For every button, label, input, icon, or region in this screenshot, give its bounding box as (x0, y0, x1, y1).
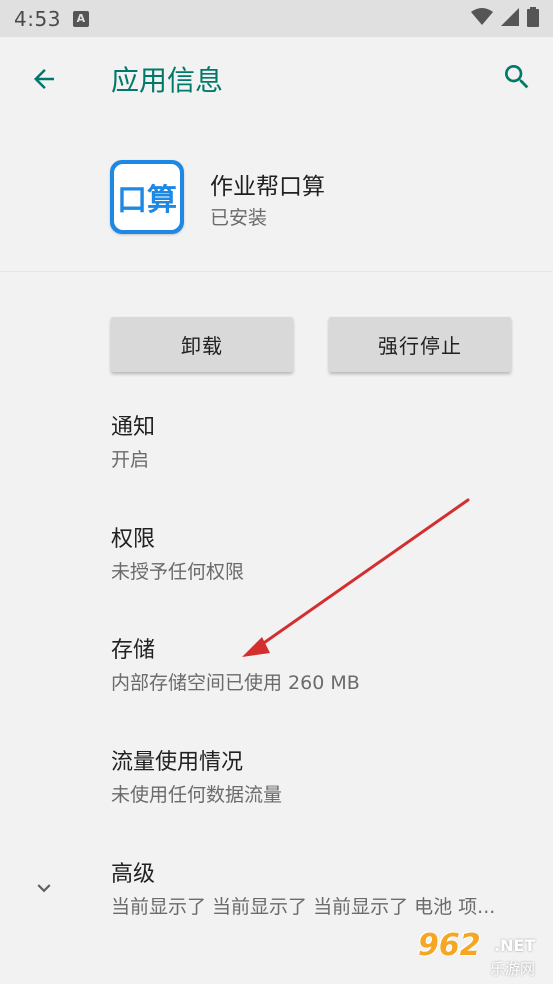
setting-title: 高级 (111, 862, 156, 887)
watermark-net: .NET (494, 936, 536, 955)
arrow-back-icon (29, 64, 59, 98)
setting-permissions[interactable]: 权限 未授予任何权限 (111, 525, 541, 586)
chevron-down-icon (31, 875, 57, 905)
status-icons (471, 6, 539, 31)
setting-summary: 未使用任何数据流量 (111, 784, 283, 806)
setting-storage[interactable]: 存储 内部存储空间已使用 260 MB (111, 636, 541, 697)
status-bar: 4:53 A (0, 0, 553, 37)
app-install-status: 已安装 (210, 207, 268, 229)
uninstall-button[interactable]: 卸载 (111, 317, 293, 372)
watermark-number: 962 (418, 928, 481, 963)
watermark-logo: 962 .NET 乐游网 (418, 924, 550, 982)
signal-icon (501, 7, 519, 30)
page-title: 应用信息 (111, 64, 224, 97)
status-time: 4:53 (14, 6, 61, 31)
search-button[interactable] (499, 61, 535, 97)
setting-data-usage[interactable]: 流量使用情况 未使用任何数据流量 (111, 748, 541, 809)
setting-summary: 当前显示了 当前显示了 当前显示了 电池 项... (111, 896, 496, 918)
setting-title: 流量使用情况 (111, 750, 244, 775)
app-name: 作业帮口算 (210, 174, 325, 200)
back-button[interactable] (26, 63, 62, 99)
expand-advanced-button[interactable] (30, 876, 58, 904)
app-icon-glyph: 口算 (117, 183, 177, 218)
app-bar: 应用信息 (0, 37, 553, 123)
setting-title: 存储 (111, 638, 156, 663)
app-header: 口算 作业帮口算 已安装 (0, 123, 553, 271)
header-divider (0, 271, 553, 272)
setting-summary: 内部存储空间已使用 260 MB (111, 672, 360, 694)
app-icon: 口算 (110, 160, 184, 234)
notification-icon: A (72, 10, 89, 27)
battery-icon (527, 6, 539, 31)
setting-summary: 未授予任何权限 (111, 561, 245, 583)
force-stop-button[interactable]: 强行停止 (329, 317, 511, 372)
setting-advanced[interactable]: 高级 当前显示了 当前显示了 当前显示了 电池 项... (111, 860, 541, 921)
watermark-sub: 乐游网 (490, 960, 536, 978)
wifi-icon (471, 7, 493, 30)
search-icon (501, 61, 533, 97)
setting-title: 权限 (111, 527, 156, 552)
setting-notifications[interactable]: 通知 开启 (111, 413, 541, 474)
setting-summary: 开启 (111, 449, 150, 471)
setting-title: 通知 (111, 415, 156, 440)
